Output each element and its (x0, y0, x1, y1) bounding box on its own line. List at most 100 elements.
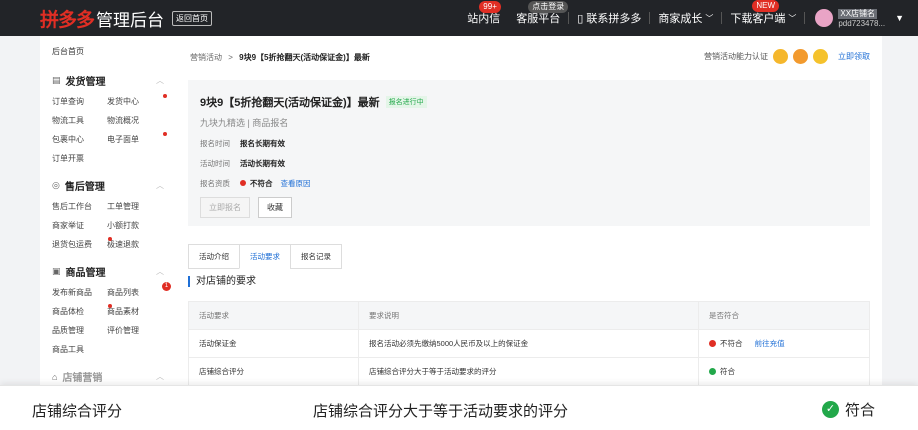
store-menu[interactable]: XX店铺名 pdd723478... ▼ (815, 8, 904, 29)
service-link[interactable]: 点击登录 客服平台 (508, 1, 569, 26)
column-header: 活动要求 (188, 301, 359, 330)
sidebar-item-logistics-overview[interactable]: 物流概况 (107, 115, 162, 126)
sidebar-section-marketing: ⌂ 店铺营销 ︿ (52, 369, 164, 385)
chevron-down-icon: ﹀ (705, 13, 714, 23)
error-icon (709, 340, 716, 347)
activity-subtitle: 九块九精选 | 商品报名 (200, 118, 289, 128)
sidebar-item-publish-goods[interactable]: 发布新商品 (52, 287, 107, 298)
table-row: 活动保证金 报名活动必须先缴纳5000人民币及以上的保证金 不符合 前往充值 (188, 329, 870, 358)
sidebar-item-e-waybill[interactable]: 电子面单 (107, 132, 167, 145)
signup-button[interactable]: 立即报名 (200, 197, 250, 218)
main-content: 营销活动 > 9块9【5折抢翻天(活动保证金)】最新 营销活动能力认证 立即领取… (176, 36, 882, 430)
contact-link[interactable]: ▯ 联系拼多多 (569, 10, 649, 26)
chevron-up-icon: ︿ (156, 181, 164, 190)
cell-requirement: 店铺综合评分 (188, 357, 359, 386)
sidebar-item-goods-list[interactable]: 商品列表 1 (107, 282, 171, 298)
capability-cert: 营销活动能力认证 立即领取 (704, 49, 870, 64)
back-home-button[interactable]: 返回首页 (172, 10, 213, 26)
sidebar-item-ticket-management[interactable]: 工单管理 (107, 201, 162, 212)
sidebar-item-small-payment[interactable]: 小额打款 (107, 220, 162, 231)
tab-requirements[interactable]: 活动要求 (239, 244, 290, 269)
signup-time-label: 报名时间 (200, 139, 230, 148)
check-icon (709, 368, 716, 375)
top-navbar: 拼多多 管理后台 返回首页 99+ 站内信 点击登录 客服平台 ▯ 联系拼多多 … (0, 0, 918, 36)
cell-status: 不符合 前往充值 (698, 329, 870, 358)
sidebar-item-fast-refund[interactable]: 极速退款 (107, 239, 162, 250)
sidebar-item-reviews[interactable]: 评价管理 (107, 325, 162, 336)
top-right-nav: 99+ 站内信 点击登录 客服平台 ▯ 联系拼多多 商家成长 ﹀ NEW 下载客… (459, 0, 918, 36)
document-icon: ▤ (52, 75, 61, 85)
growth-label: 商家成长 (658, 13, 703, 25)
error-icon (240, 180, 246, 186)
sidebar-item-order-query[interactable]: 订单查询 (52, 96, 107, 107)
column-header: 是否符合 (698, 301, 870, 330)
chevron-up-icon: ︿ (156, 76, 164, 85)
sidebar-item-home[interactable]: 后台首页 (52, 46, 164, 57)
activity-title: 9块9【5折抢翻天(活动保证金)】最新 (200, 97, 380, 109)
sidebar-item-merchant-evidence[interactable]: 商家举证 (52, 220, 107, 231)
download-label: 下载客户端 (730, 13, 786, 25)
medal-icon (793, 49, 808, 64)
sidebar-item-goods-tools[interactable]: 商品工具 (52, 344, 107, 355)
sidebar-item-logistics-tools[interactable]: 物流工具 (52, 115, 107, 126)
contact-label: 联系拼多多 (586, 13, 642, 25)
check-circle-icon: ✓ (822, 401, 839, 418)
sidebar-item-quality[interactable]: 品质管理 (52, 325, 107, 336)
signup-time-value: 报名长期有效 (240, 139, 285, 148)
tab-intro[interactable]: 活动介绍 (188, 244, 239, 269)
sidebar-item-goods-check[interactable]: 商品体检 (52, 304, 112, 317)
new-badge: NEW (752, 0, 780, 12)
cell-status: 符合 (698, 357, 870, 386)
zoom-status-text: 符合 (845, 402, 876, 419)
divider (804, 12, 806, 24)
box-icon: ▣ (52, 266, 61, 276)
tab-bar: 活动介绍 活动要求 报名记录 (188, 244, 342, 269)
sidebar-item-goods-material[interactable]: 商品素材 (107, 306, 162, 317)
messages-link[interactable]: 99+ 站内信 (459, 1, 508, 26)
medal-icon (773, 49, 788, 64)
section-title: 对店铺的要求 (188, 276, 256, 287)
view-reason-link[interactable]: 查看原因 (281, 178, 311, 189)
sidebar-item-invoice[interactable]: 订单开票 (52, 153, 107, 164)
sidebar-item-package-center[interactable]: 包裹中心 (52, 134, 107, 145)
status-text: 不符合 (720, 339, 743, 348)
activity-time-value: 活动长期有效 (240, 159, 285, 168)
sidebar-header-goods[interactable]: ▣ 商品管理 ︿ (52, 264, 164, 279)
sidebar-header-shipping[interactable]: ▤ 发货管理 ︿ (52, 73, 164, 88)
cell-requirement: 活动保证金 (188, 329, 359, 358)
breadcrumb-current: 9块9【5折抢翻天(活动保证金)】最新 (239, 53, 370, 62)
download-menu[interactable]: NEW 下载客户端 ﹀ (722, 0, 804, 26)
logo[interactable]: 拼多多 管理后台 (40, 5, 164, 32)
recharge-link[interactable]: 前往充值 (755, 339, 785, 348)
table-row: 店铺综合评分 店铺综合评分大于等于活动要求的评分 符合 (188, 357, 870, 386)
shop-icon: ⌂ (52, 371, 58, 382)
chevron-down-icon: ﹀ (788, 13, 797, 23)
status-badge: 报名进行中 (385, 96, 427, 108)
sidebar-section-aftersale: ◎ 售后管理 ︿ 售后工作台 工单管理 商家举证 小额打款 退货包运费 极速退款 (52, 178, 164, 250)
sidebar-item-return-shipping[interactable]: 退货包运费 (52, 237, 112, 250)
section-title: 售后管理 (64, 182, 105, 193)
zoom-status: ✓ 符合 (822, 399, 875, 420)
qualification-value: 不符合 (250, 179, 273, 188)
qualification-row: 报名资质 不符合 查看原因 (200, 178, 858, 189)
sidebar-section-goods: ▣ 商品管理 ︿ 发布新商品 商品列表 1 商品体检 商品素材 品质管理 评价管理… (52, 264, 171, 355)
sidebar-item-aftersale-desk[interactable]: 售后工作台 (52, 201, 107, 212)
service-badge: 点击登录 (528, 1, 569, 13)
favorite-button[interactable]: 收藏 (258, 197, 292, 218)
sidebar: 后台首页 ▤ 发货管理 ︿ 订单查询 发货中心 物流工具 物流概况 包裹中心 电… (40, 36, 176, 430)
sidebar-header-aftersale[interactable]: ◎ 售后管理 ︿ (52, 178, 164, 193)
breadcrumb-root[interactable]: 营销活动 (190, 53, 222, 62)
sidebar-header-marketing[interactable]: ⌂ 店铺营销 ︿ (52, 369, 164, 385)
breadcrumb-separator: > (228, 53, 233, 62)
logo-admin-text: 管理后台 (96, 10, 165, 30)
signup-time-row: 报名时间 报名长期有效 (200, 138, 858, 149)
claim-link[interactable]: 立即领取 (838, 51, 870, 62)
check-circle-icon: ◎ (52, 180, 60, 190)
sidebar-item-shipping-center[interactable]: 发货中心 (107, 94, 167, 107)
messages-badge: 99+ (479, 1, 501, 13)
sidebar-section-shipping: ▤ 发货管理 ︿ 订单查询 发货中心 物流工具 物流概况 包裹中心 电子面单 订… (52, 73, 167, 164)
tab-records[interactable]: 报名记录 (290, 244, 342, 269)
chevron-up-icon: ︿ (156, 372, 164, 381)
growth-menu[interactable]: 商家成长 ﹀ (650, 10, 721, 26)
status-text: 符合 (720, 367, 735, 376)
